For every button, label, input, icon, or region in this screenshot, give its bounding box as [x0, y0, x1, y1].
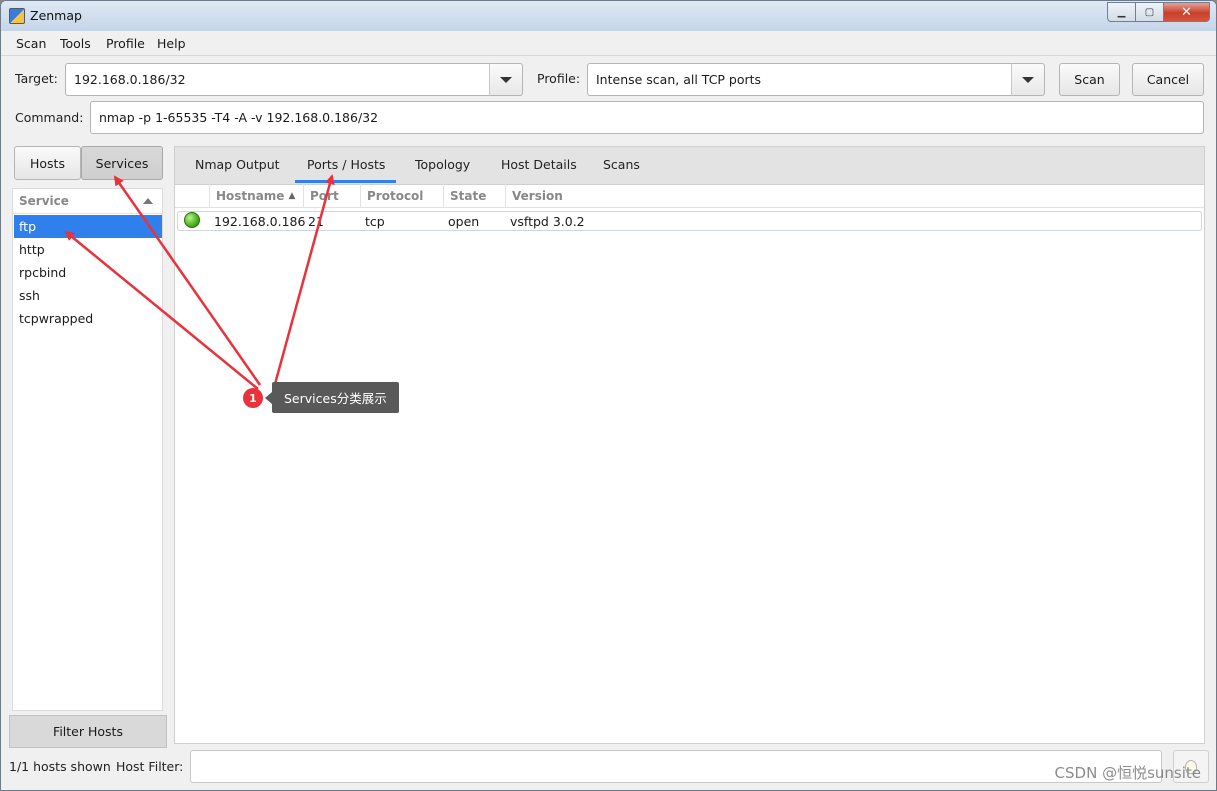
- profile-dropdown-button[interactable]: [1011, 63, 1045, 96]
- tab-host-details[interactable]: Host Details: [501, 157, 577, 172]
- profile-select[interactable]: Intense scan, all TCP ports: [587, 63, 1013, 96]
- services-toggle-button[interactable]: Services: [81, 146, 163, 180]
- protocol-column-header[interactable]: Protocol: [361, 184, 444, 208]
- sort-ascending-icon: ▲: [288, 190, 296, 201]
- target-dropdown-button[interactable]: [489, 63, 523, 96]
- close-button[interactable]: ✕: [1163, 2, 1210, 22]
- host-filter-input[interactable]: [190, 750, 1162, 783]
- tab-scans[interactable]: Scans: [603, 157, 640, 172]
- row-hostname: 192.168.0.186: [214, 214, 306, 229]
- service-column-header[interactable]: Service: [13, 189, 162, 214]
- minimize-icon: ▁: [1117, 6, 1126, 18]
- annotation-badge: 1: [243, 388, 263, 408]
- chevron-down-icon: [500, 76, 512, 83]
- state-column-header[interactable]: State: [444, 184, 506, 208]
- command-label: Command:: [15, 110, 84, 125]
- service-header-label: Service: [19, 194, 69, 208]
- scan-button[interactable]: Scan: [1059, 63, 1120, 96]
- table-row[interactable]: [177, 211, 1202, 231]
- tab-topology[interactable]: Topology: [415, 157, 470, 172]
- active-tab-indicator: [295, 180, 396, 183]
- service-item-ssh[interactable]: ssh: [14, 284, 162, 307]
- host-up-icon: [184, 212, 200, 228]
- menu-profile[interactable]: Profile: [106, 36, 145, 51]
- maximize-button[interactable]: ▢: [1135, 2, 1164, 22]
- filter-hosts-button[interactable]: Filter Hosts: [9, 715, 167, 748]
- tab-ports-hosts[interactable]: Ports / Hosts: [307, 157, 385, 172]
- annotation-text: Services分类展示: [284, 391, 387, 406]
- tab-nmap-output[interactable]: Nmap Output: [195, 157, 280, 172]
- close-icon: ✕: [1181, 4, 1192, 20]
- command-value: nmap -p 1-65535 -T4 -A -v 192.168.0.186/…: [99, 110, 379, 125]
- host-filter-label: Host Filter:: [116, 759, 184, 774]
- hosts-shown-status: 1/1 hosts shown: [9, 759, 111, 774]
- row-state: open: [448, 214, 480, 229]
- hosts-toggle-button[interactable]: Hosts: [14, 146, 81, 180]
- row-protocol: tcp: [365, 214, 385, 229]
- target-value: 192.168.0.186/32: [74, 72, 186, 87]
- service-item-tcpwrapped[interactable]: tcpwrapped: [14, 307, 162, 330]
- results-panel: Nmap Output Ports / Hosts Topology Host …: [174, 146, 1205, 744]
- command-input[interactable]: nmap -p 1-65535 -T4 -A -v 192.168.0.186/…: [90, 101, 1204, 134]
- row-port: 21: [308, 214, 324, 229]
- annotation-callout: Services分类展示: [265, 382, 399, 413]
- title-bar: Zenmap ▁ ▢ ✕: [1, 1, 1216, 31]
- row-version: vsftpd 3.0.2: [510, 214, 585, 229]
- service-item-http[interactable]: http: [14, 238, 162, 261]
- profile-value: Intense scan, all TCP ports: [596, 72, 762, 87]
- menu-bar: Scan Tools Profile Help: [1, 31, 1216, 56]
- window-controls: ▁ ▢ ✕: [1107, 2, 1210, 22]
- profile-label: Profile:: [537, 71, 581, 86]
- cancel-button[interactable]: Cancel: [1132, 63, 1204, 96]
- minimize-button[interactable]: ▁: [1107, 2, 1136, 22]
- status-column-header[interactable]: [175, 184, 210, 208]
- chevron-down-icon: [1022, 76, 1034, 83]
- hostname-header-label: Hostname: [216, 188, 285, 203]
- zenmap-app-icon: [9, 8, 25, 24]
- sort-ascending-icon: [143, 198, 153, 204]
- menu-scan[interactable]: Scan: [16, 36, 46, 51]
- maximize-icon: ▢: [1144, 6, 1155, 18]
- target-label: Target:: [15, 71, 58, 86]
- window-title: Zenmap: [30, 8, 82, 23]
- results-tabbar: Nmap Output Ports / Hosts Topology Host …: [175, 147, 1204, 185]
- menu-tools[interactable]: Tools: [60, 36, 91, 51]
- target-input[interactable]: 192.168.0.186/32: [65, 63, 491, 96]
- watermark-text: CSDN @恒悦sunsite: [1054, 764, 1201, 782]
- menu-help[interactable]: Help: [157, 36, 186, 51]
- zenmap-window: Zenmap ▁ ▢ ✕ Scan Tools Profile Help Tar…: [0, 0, 1217, 791]
- service-item-ftp[interactable]: ftp: [14, 215, 162, 238]
- service-list: Service ftp http rpcbind ssh tcpwrapped: [12, 188, 163, 711]
- hostname-column-header[interactable]: Hostname ▲: [210, 184, 304, 208]
- version-column-header[interactable]: Version: [506, 184, 1204, 208]
- port-column-header[interactable]: Port: [304, 184, 361, 208]
- service-item-rpcbind[interactable]: rpcbind: [14, 261, 162, 284]
